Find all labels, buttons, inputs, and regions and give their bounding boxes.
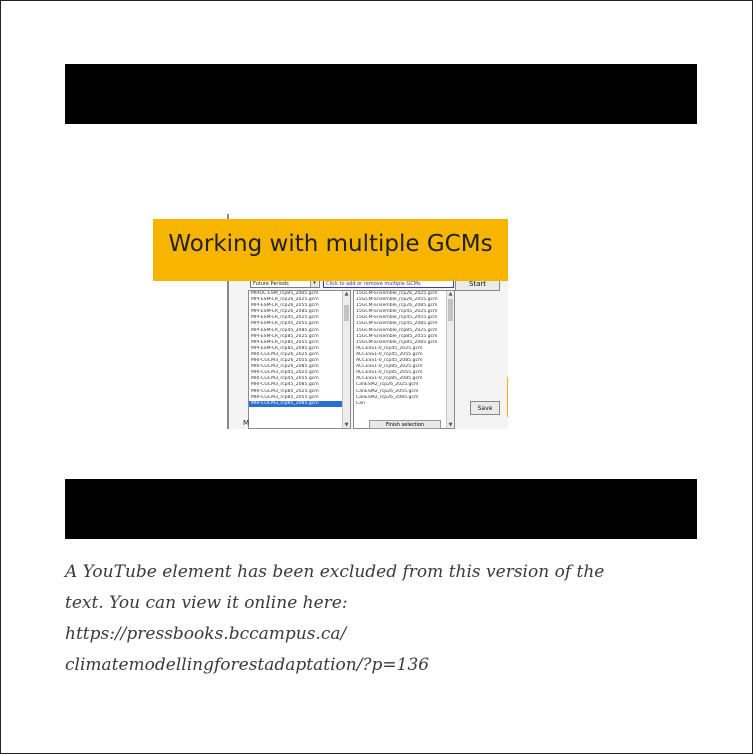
video-letterbox-bottom <box>65 479 697 539</box>
chevron-down-icon[interactable]: ▾ <box>310 280 318 287</box>
scrollbar-thumb[interactable] <box>448 299 453 321</box>
list-item[interactable]: MRI-CGCM3_rcp85_2085.gcm <box>249 400 350 407</box>
gcm-list-selected[interactable]: 15GCM-Ensemble_rcp26_2025.gcm 15GCM-Ensem… <box>353 290 455 429</box>
notice-line: text. You can view it online here: <box>65 593 348 613</box>
scrollbar-thumb[interactable] <box>344 305 349 321</box>
notice-link[interactable]: https://pressbooks.bccampus.ca/ <box>65 619 705 650</box>
scroll-up-icon[interactable]: ▲ <box>343 291 350 297</box>
save-button[interactable]: Save <box>470 401 500 415</box>
finish-selection-button[interactable]: Finish selection <box>369 420 441 429</box>
list-item[interactable]: Can <box>354 401 454 407</box>
scrollbar[interactable]: ▲ ▼ <box>446 291 454 428</box>
video-title: Working with multiple GCMs <box>168 231 493 257</box>
period-dropdown-value: Future Periods <box>253 281 289 287</box>
scroll-up-icon[interactable]: ▲ <box>447 291 454 297</box>
video-letterbox-top <box>65 64 697 124</box>
gcm-list-available[interactable]: MIROC-ESM_rcp85_2085.gcm MPI-ESM-LR_rcp26… <box>248 290 351 429</box>
youtube-excluded-notice: A YouTube element has been excluded from… <box>65 557 705 681</box>
video-thumbnail[interactable]: Future Periods ▾ Click to add or remove … <box>153 214 508 429</box>
scroll-down-icon[interactable]: ▼ <box>343 422 350 428</box>
scrollbar[interactable]: ▲ ▼ <box>342 291 350 428</box>
notice-link[interactable]: climatemodellingforestadaptation/?p=136 <box>65 650 705 681</box>
page-frame: Future Periods ▾ Click to add or remove … <box>0 0 753 754</box>
notice-line: A YouTube element has been excluded from… <box>65 562 605 582</box>
scroll-down-icon[interactable]: ▼ <box>447 422 454 428</box>
partial-text: M <box>243 419 250 427</box>
banner-fragment <box>507 377 508 417</box>
app-window: Future Periods ▾ Click to add or remove … <box>229 270 508 429</box>
